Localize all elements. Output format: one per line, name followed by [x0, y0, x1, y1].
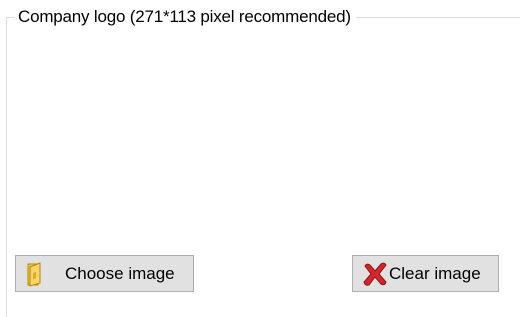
- company-logo-group-title: Company logo (271*113 pixel recommended): [15, 5, 356, 29]
- red-x-icon: [361, 260, 389, 288]
- clear-image-button[interactable]: Clear image: [352, 255, 499, 292]
- choose-image-label: Choose image: [65, 263, 175, 283]
- clear-image-label: Clear image: [389, 263, 481, 283]
- logo-preview-area: [12, 32, 512, 247]
- folder-icon: [24, 261, 48, 287]
- choose-image-button[interactable]: Choose image: [15, 255, 194, 292]
